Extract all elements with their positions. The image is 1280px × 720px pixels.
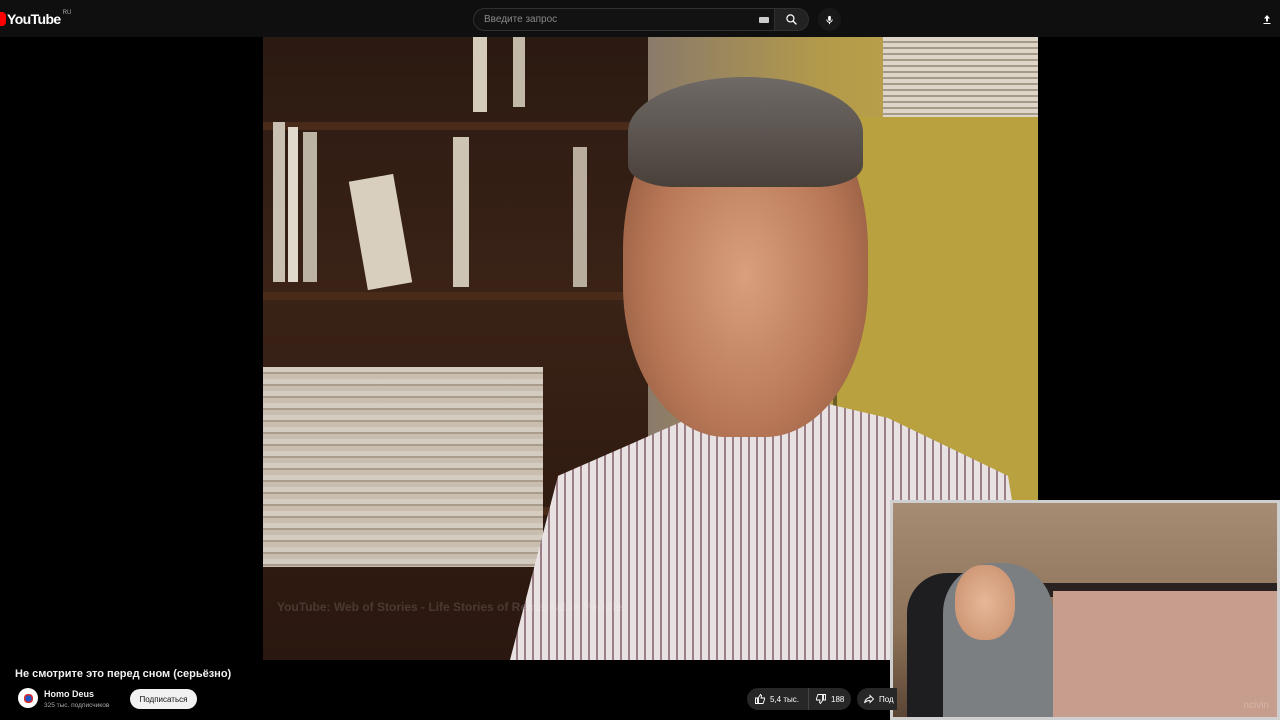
voice-search-button[interactable] — [818, 8, 841, 31]
search-input[interactable] — [474, 9, 744, 30]
streamer-face — [955, 565, 1015, 640]
like-dislike-group: 5,4 тыс. 188 — [747, 688, 851, 710]
search-button[interactable] — [775, 8, 809, 31]
like-button[interactable]: 5,4 тыс. — [747, 688, 809, 710]
speaker-hair — [628, 77, 863, 187]
search-box — [473, 8, 775, 31]
channel-avatar[interactable] — [18, 688, 38, 708]
dislike-count: 188 — [831, 694, 845, 704]
top-bar: YouTube RU — [0, 0, 1280, 37]
webcam-overlay: ncivin — [890, 500, 1280, 720]
like-count: 5,4 тыс. — [770, 694, 799, 704]
channel-logo-icon — [22, 692, 34, 704]
webcam-watermark: ncivin — [1243, 700, 1269, 711]
video-watermark: YouTube: Web of Stories - Life Stories o… — [277, 600, 623, 614]
logo-text: YouTube — [7, 11, 61, 27]
share-label: Под — [879, 694, 894, 704]
upload-icon — [1263, 14, 1271, 24]
channel-name[interactable]: Homo Deus — [44, 689, 94, 699]
paper-stack — [263, 367, 543, 567]
thumbs-up-icon — [755, 693, 765, 704]
mic-icon — [826, 15, 833, 24]
thumbs-down-icon — [816, 694, 826, 705]
search-icon — [786, 14, 797, 25]
youtube-play-icon — [0, 12, 6, 26]
keyboard-icon[interactable] — [759, 17, 769, 23]
dislike-button[interactable]: 188 — [809, 693, 844, 705]
subscribe-button[interactable]: Подписаться — [130, 689, 197, 709]
share-button[interactable]: Под — [857, 688, 897, 710]
share-icon — [864, 694, 875, 704]
youtube-logo[interactable]: YouTube RU — [0, 9, 71, 29]
upload-button[interactable] — [1258, 10, 1276, 28]
subscriber-count: 325 тыс. подписчиков — [44, 702, 110, 709]
paper-stack-top — [883, 37, 1038, 117]
region-label: RU — [62, 10, 72, 16]
video-title: Не смотрите это перед сном (серьёзно) — [15, 668, 232, 680]
